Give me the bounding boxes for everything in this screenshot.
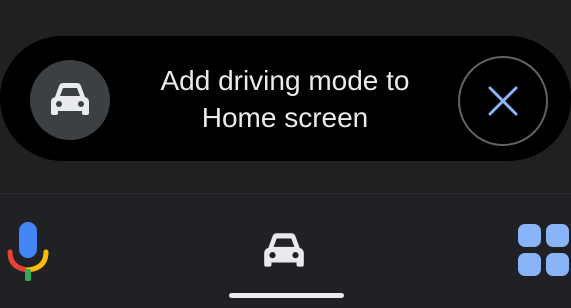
close-icon — [488, 86, 518, 116]
microphone-button[interactable] — [6, 222, 52, 282]
car-icon — [264, 233, 304, 267]
apps-button[interactable] — [512, 222, 571, 280]
microphone-icon — [7, 222, 49, 281]
screen: Add driving mode to Home screen — [0, 0, 571, 308]
banner-message: Add driving mode to Home screen — [160, 65, 410, 133]
close-button[interactable] — [458, 56, 548, 146]
banner-car-badge — [30, 60, 110, 140]
car-icon — [51, 83, 89, 115]
driving-mode-button[interactable] — [258, 228, 310, 274]
apps-grid-icon — [518, 224, 569, 276]
home-indicator[interactable] — [229, 293, 344, 298]
